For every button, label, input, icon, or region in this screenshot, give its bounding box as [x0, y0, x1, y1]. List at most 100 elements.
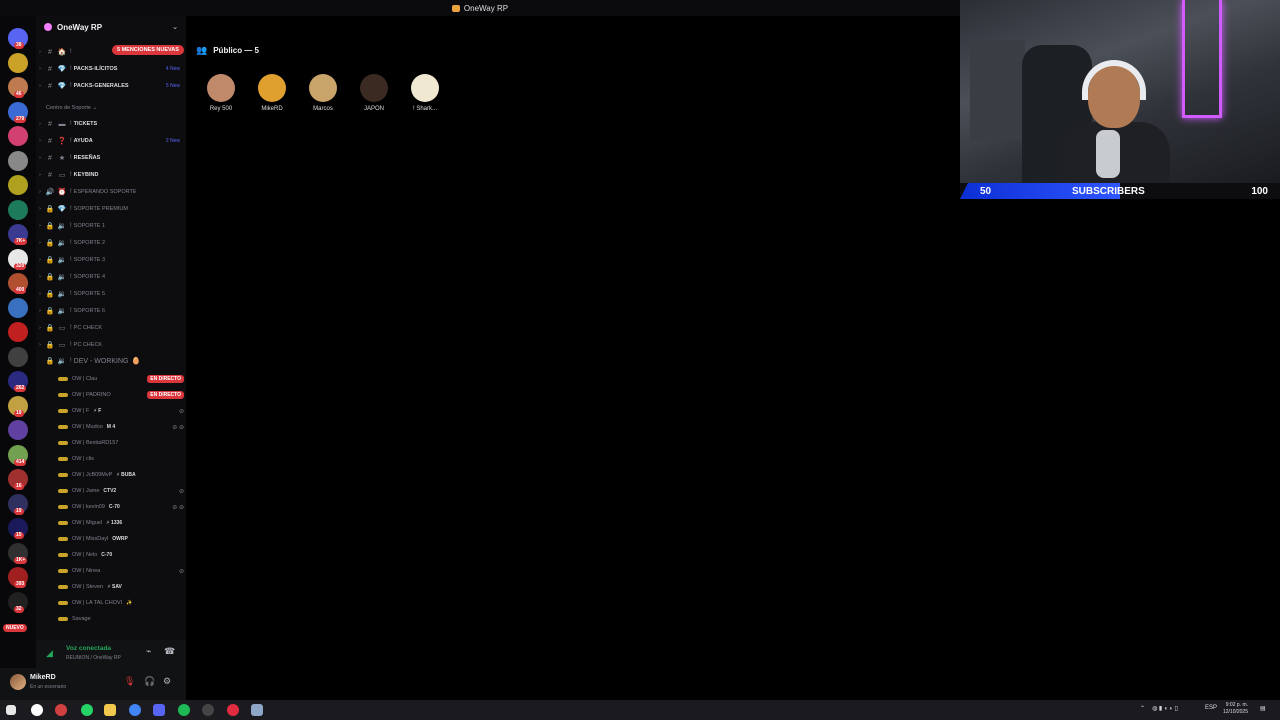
server-icon[interactable] [8, 346, 28, 367]
stage-audience-user[interactable]: JAPON [352, 74, 396, 112]
voice-user[interactable]: OW | Clau EN DIRECTO [58, 371, 184, 387]
notification-icon[interactable]: ▤ [1260, 705, 1266, 712]
channel-item[interactable]: › 🔒 🔉! SOPORTE 1 [36, 218, 186, 234]
voice-user[interactable]: OW | Ninea ⊘ [58, 563, 184, 579]
mic-muted-icon[interactable]: 🎙 [124, 676, 135, 687]
category-support[interactable]: Centro de Soporte ⌄ [46, 105, 97, 111]
channel-item[interactable]: › 🔒 🔉! SOPORTE 6 [36, 303, 186, 319]
voice-user[interactable]: OW | Nelo C-70 [58, 547, 184, 563]
voice-user[interactable]: OW | Miguel ⚡ 1336 [58, 515, 184, 531]
avatar[interactable] [258, 74, 286, 102]
steam-icon[interactable] [202, 704, 214, 716]
gear-icon[interactable]: ⚙ [163, 676, 171, 687]
voice-user[interactable]: OW | MissDayl OWRP [58, 531, 184, 547]
chevron-right-icon[interactable]: › [36, 49, 44, 55]
chevron-right-icon[interactable]: › [36, 155, 44, 161]
chevron-right-icon[interactable]: › [36, 83, 44, 89]
voice-user[interactable]: OW | Mudoo M 4 ⊘ ⊘ [58, 419, 184, 435]
voice-status[interactable]: Voz conectada [66, 645, 111, 652]
channel-item[interactable]: › # ▬! TICKETS [36, 116, 186, 132]
new-servers-badge[interactable]: NUEVO [3, 624, 27, 632]
avatar[interactable] [411, 74, 439, 102]
server-icon[interactable] [8, 297, 28, 318]
tray-icons[interactable]: ◍ ▮ ◖ ◗ ▯ [1152, 705, 1178, 712]
chrome-icon[interactable] [129, 704, 141, 716]
calculator-icon[interactable] [251, 704, 263, 716]
whatsapp-icon[interactable] [81, 704, 93, 716]
channel-item[interactable]: › 🔒 ▭! PC CHECK [36, 320, 186, 336]
chevron-down-icon[interactable]: ⌄ [172, 23, 178, 31]
avatar[interactable] [309, 74, 337, 102]
channel-item[interactable]: › 🔒 ▭! PC CHECK [36, 337, 186, 353]
stage-audience-user[interactable]: MikeRD [250, 74, 294, 112]
server-icon[interactable] [8, 126, 28, 146]
chevron-right-icon[interactable]: › [36, 121, 44, 127]
system-clock[interactable]: 9:02 p. m. 12/10/2025 [1223, 702, 1248, 716]
chevron-right-icon[interactable]: › [36, 206, 44, 212]
voice-location[interactable]: REUNION / OneWay RP [66, 655, 121, 661]
chevron-right-icon[interactable]: › [36, 308, 44, 314]
chevron-right-icon[interactable]: › [36, 274, 44, 280]
voice-user[interactable]: OW | kevin09 C-70 ⊘ ⊘ [58, 499, 184, 515]
signal-icon[interactable]: ◢ [46, 648, 53, 659]
channel-item[interactable]: › # 💎! PACKS-GENERALES 5 New [36, 78, 186, 94]
disconnect-icon[interactable]: ☎ [164, 646, 175, 657]
chevron-right-icon[interactable]: › [36, 66, 44, 72]
voice-user[interactable]: OW | clis [58, 451, 184, 467]
channel-item[interactable]: › 🔒 💎! SOPORTE PREMIUM [36, 201, 186, 217]
voice-user[interactable]: OW | LA TAL CHOVI ✨ [58, 595, 184, 611]
stage-audience-user[interactable]: ! Shark... [403, 74, 447, 112]
voice-user[interactable]: OW | Steven ⚡ SAV [58, 579, 184, 595]
voice-user[interactable]: OW | F ⚡ F ⊘ [58, 403, 184, 419]
voice-user[interactable]: Savage [58, 611, 184, 627]
server-header[interactable]: OneWay RP ⌄ [36, 16, 186, 38]
headphones-icon[interactable]: 🎧 [144, 676, 155, 687]
channel-item[interactable]: › # 💎! PACKS-ILÍCITOS 4 New [36, 61, 186, 77]
avatar[interactable] [207, 74, 235, 102]
chevron-right-icon[interactable]: › [36, 172, 44, 178]
discord-icon[interactable] [153, 704, 165, 716]
voice-channel-dev-working[interactable]: 🔒 🔉! DEV - WORKING 🥚 [36, 353, 186, 369]
server-icon[interactable] [8, 420, 28, 440]
chevron-right-icon[interactable]: › [36, 189, 44, 195]
language-indicator[interactable]: ESP [1205, 705, 1217, 711]
channel-item[interactable]: › 🔒 🔉! SOPORTE 2 [36, 235, 186, 251]
clock-app-icon[interactable] [31, 704, 43, 716]
channel-item[interactable]: › # ★! RESEÑAS [36, 150, 186, 166]
server-icon[interactable] [8, 150, 28, 171]
channel-item[interactable]: › 🔒 🔉! SOPORTE 4 [36, 269, 186, 285]
channel-item[interactable]: › 🔒 🔉! SOPORTE 5 [36, 286, 186, 302]
chevron-right-icon[interactable]: › [36, 291, 44, 297]
chevron-right-icon[interactable]: › [36, 257, 44, 263]
stage-audience-user[interactable]: Rey 500 [199, 74, 243, 112]
voice-user[interactable]: OW | JcB09MvP ⚡ BUBA [58, 467, 184, 483]
windows-start-icon[interactable] [6, 705, 16, 715]
chevron-right-icon[interactable]: › [36, 223, 44, 229]
voice-user[interactable]: OW | Jame CTV2 ⊘ [58, 483, 184, 499]
channel-item[interactable]: › # 🏠! [36, 44, 186, 60]
user-name[interactable]: MikeRD [30, 674, 56, 681]
chevron-right-icon[interactable]: › [36, 342, 44, 348]
chevron-right-icon[interactable]: › [36, 138, 44, 144]
chevron-right-icon[interactable]: › [36, 325, 44, 331]
obs-icon[interactable] [55, 704, 67, 716]
folder-icon[interactable] [104, 704, 116, 716]
server-icon[interactable] [8, 199, 28, 220]
channel-item[interactable]: › 🔒 🔉! SOPORTE 3 [36, 252, 186, 268]
voice-user[interactable]: OW | PADRINO EN DIRECTO [58, 387, 184, 403]
channel-item[interactable]: › 🔊 ⏰! ESPERANDO SOPORTE [36, 184, 186, 200]
server-icon[interactable] [8, 322, 28, 342]
avatar[interactable] [10, 674, 26, 690]
voice-user[interactable]: OW | BestiaRD157 [58, 435, 184, 451]
stage-audience-user[interactable]: Marcos [301, 74, 345, 112]
chevron-right-icon[interactable]: › [36, 240, 44, 246]
spotify-icon[interactable] [178, 704, 190, 716]
server-icon[interactable] [8, 52, 28, 73]
channel-item[interactable]: › # ❓! AYUDA 2 New [36, 133, 186, 149]
avatar[interactable] [360, 74, 388, 102]
opera-icon[interactable] [227, 704, 239, 716]
noise-suppression-icon[interactable]: ⌁ [146, 646, 151, 657]
channel-item[interactable]: › # ▭! KEYBIND [36, 167, 186, 183]
server-icon[interactable] [8, 175, 28, 195]
chevron-up-icon[interactable]: ⌃ [1140, 705, 1145, 712]
